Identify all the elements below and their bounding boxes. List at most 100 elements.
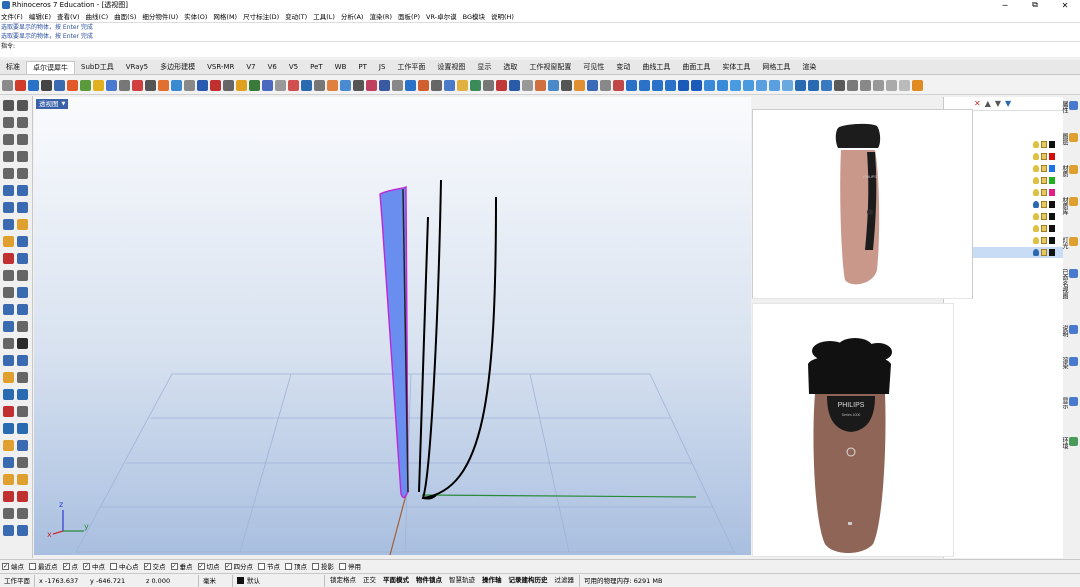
- layer-color-swatch[interactable]: [1049, 237, 1055, 244]
- patch-icon[interactable]: [184, 79, 195, 91]
- zoom-window-icon[interactable]: [717, 79, 728, 91]
- box-tool-icon[interactable]: [17, 236, 28, 247]
- command-prompt[interactable]: 指令:: [0, 41, 1080, 50]
- explode-icon[interactable]: [262, 79, 273, 91]
- viewport-canvas[interactable]: [34, 97, 751, 555]
- delete-tool-icon[interactable]: [17, 491, 28, 502]
- sweep-icon[interactable]: [171, 79, 182, 91]
- curve-icon[interactable]: [145, 79, 156, 91]
- help-tool-icon[interactable]: [17, 525, 28, 536]
- point-icon[interactable]: [17, 100, 28, 111]
- unit-label[interactable]: 毫米: [198, 574, 232, 587]
- sweep-tool-icon[interactable]: [3, 219, 14, 230]
- surface-tool-icon[interactable]: [3, 185, 14, 196]
- tab-pt[interactable]: PT: [352, 61, 373, 74]
- status-toggle-button[interactable]: 平面模式: [381, 575, 411, 586]
- loft-tool-icon[interactable]: [3, 202, 14, 213]
- osnap-checkbox[interactable]: [339, 562, 346, 570]
- tab-mesh-tools[interactable]: 网格工具: [756, 61, 796, 74]
- monochrome-icon[interactable]: [886, 79, 897, 91]
- menu-dimension[interactable]: 尺寸标注(D): [243, 11, 279, 21]
- brush-icon[interactable]: [106, 79, 117, 91]
- cap-icon[interactable]: [379, 79, 390, 91]
- snap-tool-icon[interactable]: [3, 406, 14, 417]
- mesh-tool-icon[interactable]: [3, 270, 14, 281]
- zoom-extents-icon[interactable]: [704, 79, 715, 91]
- osnap-checkbox[interactable]: ✓: [83, 562, 90, 570]
- side-tab-display[interactable]: 显示: [1061, 397, 1078, 409]
- extrude-icon[interactable]: [197, 79, 208, 91]
- artistic-icon[interactable]: [834, 79, 845, 91]
- status-toggle-button[interactable]: 物件锁点: [414, 575, 444, 586]
- visibility-bulb-icon[interactable]: [1033, 177, 1039, 184]
- layer-tool-icon[interactable]: [3, 457, 14, 468]
- move-tool-icon[interactable]: [3, 338, 14, 349]
- redo-tool-icon[interactable]: [17, 508, 28, 519]
- lock-icon[interactable]: [1041, 237, 1047, 244]
- curve-tool-icon[interactable]: [17, 117, 28, 128]
- side-tab-environment[interactable]: 环境: [1061, 437, 1078, 449]
- minimize-button[interactable]: ─: [990, 0, 1020, 10]
- fillet-tool-icon[interactable]: [17, 253, 28, 264]
- maple-leaf-icon[interactable]: [912, 79, 923, 91]
- tab-polygon[interactable]: 多边形建模: [154, 61, 201, 74]
- polyline-icon[interactable]: [3, 117, 14, 128]
- cylinder-icon[interactable]: [28, 79, 39, 91]
- network-tool-icon[interactable]: [17, 219, 28, 230]
- copy-icon[interactable]: [288, 79, 299, 91]
- layer-color-swatch[interactable]: [1049, 189, 1055, 196]
- tab-zhuoermo[interactable]: 卓尔谟犀牛: [26, 61, 75, 74]
- move-icon[interactable]: [275, 79, 286, 91]
- xray-icon[interactable]: [808, 79, 819, 91]
- circle-icon[interactable]: [132, 79, 143, 91]
- menu-solid[interactable]: 实体(O): [184, 11, 207, 21]
- tab-vsr-mr[interactable]: VSR-MR: [201, 61, 240, 74]
- sphere-icon[interactable]: [2, 79, 13, 91]
- snapshot-icon[interactable]: [600, 79, 611, 91]
- osnap-checkbox[interactable]: [258, 562, 265, 570]
- osnap-option[interactable]: ✓ 垂点: [170, 561, 193, 571]
- view-persp-icon[interactable]: [665, 79, 676, 91]
- view-max-icon[interactable]: [691, 79, 702, 91]
- tab-set-view[interactable]: 设置视图: [431, 61, 471, 74]
- visibility-bulb-icon[interactable]: [1033, 213, 1039, 220]
- layer-color-swatch[interactable]: [1049, 249, 1055, 256]
- reference-image-top[interactable]: PHILIPS: [752, 109, 973, 299]
- block-icon[interactable]: [561, 79, 572, 91]
- cplane-tool-icon[interactable]: [17, 389, 28, 400]
- tab-v7[interactable]: V7: [240, 61, 261, 74]
- sphere-preview-icon[interactable]: [899, 79, 910, 91]
- lock-icon[interactable]: [1041, 249, 1047, 256]
- osnap-option[interactable]: 中心点: [110, 561, 139, 571]
- view-top-icon[interactable]: [626, 79, 637, 91]
- menu-edit[interactable]: 编辑(E): [29, 11, 51, 21]
- tab-visibility[interactable]: 可见性: [577, 61, 610, 74]
- lock-icon[interactable]: [1041, 189, 1047, 196]
- lock-icon[interactable]: [1041, 201, 1047, 208]
- subd-tool-icon[interactable]: [17, 270, 28, 281]
- viewport-label[interactable]: 透视图 ▼: [36, 99, 69, 109]
- polygon-tool-icon[interactable]: [3, 168, 14, 179]
- osnap-checkbox[interactable]: [285, 562, 292, 570]
- texture-icon[interactable]: [80, 79, 91, 91]
- side-tab-lights[interactable]: 灯光: [1061, 237, 1078, 249]
- mirror-icon[interactable]: [327, 79, 338, 91]
- side-tab-properties[interactable]: 属性: [1061, 101, 1078, 113]
- arctic-icon[interactable]: [860, 79, 871, 91]
- delete-layer-icon[interactable]: ✕: [974, 99, 981, 108]
- view-four-icon[interactable]: [678, 79, 689, 91]
- explode-tool-icon[interactable]: [17, 304, 28, 315]
- history-tool-icon[interactable]: [3, 474, 14, 485]
- menu-view[interactable]: 查看(V): [57, 11, 80, 21]
- rotate-icon[interactable]: [301, 79, 312, 91]
- tab-select[interactable]: 选取: [497, 61, 523, 74]
- osnap-option[interactable]: ✓ 中点: [83, 561, 105, 571]
- maximize-button[interactable]: ⧉: [1020, 0, 1050, 10]
- tab-standard[interactable]: 标准: [0, 61, 26, 74]
- car-icon[interactable]: [41, 79, 52, 91]
- script-tool-icon[interactable]: [17, 474, 28, 485]
- box-icon[interactable]: [15, 79, 26, 91]
- pan-icon[interactable]: [730, 79, 741, 91]
- hatch-icon[interactable]: [522, 79, 533, 91]
- move-up-icon[interactable]: ▲: [985, 99, 991, 108]
